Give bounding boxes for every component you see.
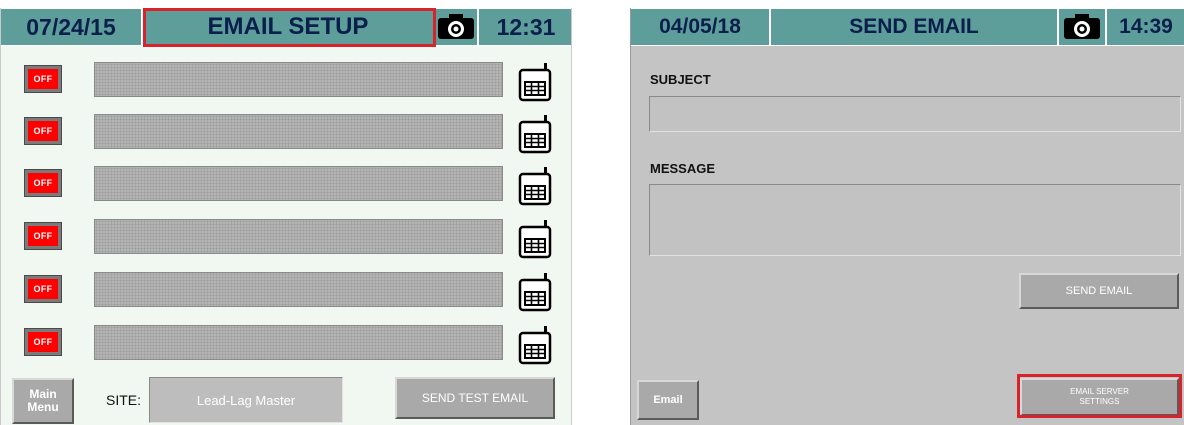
camera-icon[interactable]	[1059, 9, 1105, 45]
time-display: 14:39	[1107, 9, 1184, 45]
toggle-button[interactable]: OFF	[24, 222, 62, 250]
list-item: OFF	[1, 272, 571, 316]
date-display: 07/24/15	[1, 9, 141, 45]
header-bar: 04/05/18 SEND EMAIL 14:39	[631, 8, 1184, 46]
toggle-button[interactable]: OFF	[24, 117, 62, 145]
phone-icon[interactable]	[517, 272, 553, 312]
email-address-field[interactable]	[94, 325, 503, 360]
email-address-field[interactable]	[94, 62, 503, 97]
time-display: 12:31	[479, 9, 571, 45]
site-label: SITE:	[106, 392, 142, 408]
phone-icon[interactable]	[517, 219, 553, 259]
send-email-button[interactable]: SEND EMAIL	[1019, 273, 1179, 309]
toggle-button[interactable]: OFF	[24, 328, 62, 356]
page-title: SEND EMAIL	[771, 9, 1057, 45]
list-item: OFF	[1, 166, 571, 210]
header-bar: 07/24/15 EMAIL SETUP 12:31	[1, 8, 571, 46]
date-display: 04/05/18	[631, 9, 769, 45]
email-address-field[interactable]	[94, 114, 503, 149]
toggle-button[interactable]: OFF	[24, 169, 62, 197]
page-title: EMAIL SETUP	[143, 9, 433, 45]
list-item: OFF	[1, 325, 571, 369]
email-server-settings-button[interactable]: EMAIL SERVER SETTINGS	[1020, 378, 1179, 416]
site-field[interactable]: Lead-Lag Master	[149, 377, 343, 423]
phone-icon[interactable]	[517, 114, 553, 154]
email-setup-screen: 07/24/15 EMAIL SETUP 12:31 OFF OFF OFF O…	[0, 8, 572, 425]
phone-icon[interactable]	[517, 325, 553, 365]
send-email-screen: 04/05/18 SEND EMAIL 14:39 SUBJECT MESSAG…	[630, 8, 1184, 425]
subject-label: SUBJECT	[650, 72, 711, 87]
toggle-button[interactable]: OFF	[24, 65, 62, 93]
list-item: OFF	[1, 219, 571, 263]
email-address-field[interactable]	[94, 219, 503, 254]
email-address-field[interactable]	[94, 166, 503, 201]
list-item: OFF	[1, 114, 571, 158]
send-test-email-button[interactable]: SEND TEST EMAIL	[395, 377, 555, 419]
list-item: OFF	[1, 62, 571, 106]
phone-icon[interactable]	[517, 166, 553, 206]
message-field[interactable]	[649, 184, 1181, 256]
message-label: MESSAGE	[650, 161, 716, 176]
camera-icon[interactable]	[435, 9, 477, 45]
main-menu-button[interactable]: Main Menu	[12, 378, 74, 424]
toggle-button[interactable]: OFF	[24, 275, 62, 303]
subject-field[interactable]	[649, 96, 1181, 132]
phone-icon[interactable]	[517, 62, 553, 102]
email-address-field[interactable]	[94, 272, 503, 307]
email-tab-button[interactable]: Email	[637, 380, 699, 420]
